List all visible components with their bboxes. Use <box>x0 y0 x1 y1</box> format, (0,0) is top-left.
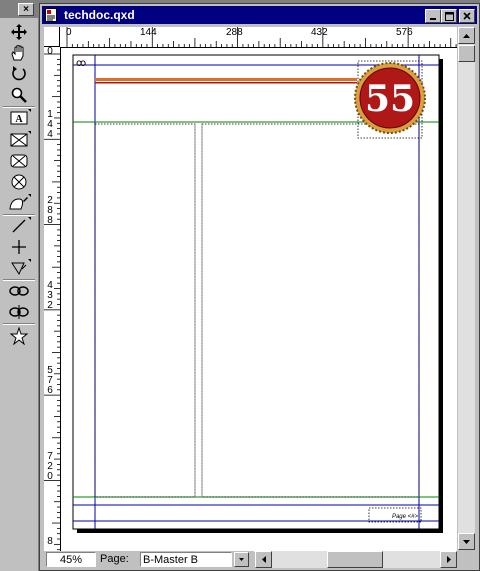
maximize-button[interactable] <box>441 9 457 23</box>
footer-page-number: Page <#> <box>392 514 419 520</box>
line-tool-icon[interactable] <box>6 216 32 236</box>
vertical-ruler[interactable]: 0 1 4 4 2 8 8 4 3 2 5 7 6 7 2 0 8 <box>44 47 61 551</box>
page-selector[interactable]: B-Master B <box>140 552 232 567</box>
ruler-origin[interactable] <box>44 27 60 47</box>
header-rule-red <box>95 82 357 84</box>
document-window: techdoc.qxd 0 144 288 432 576 0 1 4 4 2 … <box>39 3 480 571</box>
rotation-tool-icon[interactable] <box>6 64 32 84</box>
svg-text:A: A <box>15 114 23 125</box>
vertical-scroll-thumb[interactable] <box>458 45 475 62</box>
document-icon <box>45 8 57 22</box>
unlinking-tool-icon[interactable] <box>6 302 32 322</box>
zoom-field[interactable]: 45% <box>46 552 96 567</box>
ruler-label: 7 2 0 <box>47 451 53 482</box>
header-rule-orange <box>95 78 357 81</box>
rounded-rectangle-picture-box-tool-icon[interactable] <box>6 151 32 171</box>
scroll-down-button[interactable] <box>458 533 475 550</box>
ruler-label: 8 <box>47 536 53 547</box>
ruler-label: 576 <box>396 27 413 38</box>
ruler-label: 432 <box>311 27 328 38</box>
ruler-label: 0 <box>66 27 72 38</box>
document-canvas[interactable]: 55 Page <#> ꝏ <box>61 48 457 552</box>
bezier-picture-box-tool-icon[interactable] <box>6 193 32 213</box>
ruler-label: 2 8 8 <box>47 195 53 226</box>
vertical-scrollbar[interactable] <box>458 27 475 550</box>
horizontal-scroll-thumb[interactable] <box>327 551 383 568</box>
ruler-label: 144 <box>140 27 157 38</box>
rectangle-picture-box-tool-icon[interactable] <box>6 130 32 150</box>
minimize-button[interactable] <box>425 9 441 23</box>
tool-palette: × A <box>0 0 38 571</box>
close-button[interactable] <box>459 9 475 23</box>
ruler-label: 5 7 6 <box>47 365 53 396</box>
bezier-line-tool-icon[interactable] <box>6 258 32 278</box>
window-titlebar[interactable]: techdoc.qxd <box>42 6 477 24</box>
size-grip[interactable] <box>458 551 475 568</box>
zoom-tool-icon[interactable] <box>6 85 32 105</box>
scroll-left-button[interactable] <box>255 551 272 568</box>
scroll-up-button[interactable] <box>458 27 475 44</box>
status-bar: 45% Page: B-Master B <box>44 551 254 568</box>
page-selector-arrow-icon[interactable] <box>234 552 249 567</box>
text-box-tool-icon[interactable]: A <box>6 108 32 128</box>
ruler-label: 1 4 4 <box>47 109 53 140</box>
horizontal-ruler[interactable]: 0 144 288 432 576 <box>60 27 457 48</box>
star-tool-icon[interactable] <box>6 326 32 346</box>
window-title: techdoc.qxd <box>64 8 135 22</box>
ruler-label: 0 <box>47 47 53 57</box>
horizontal-scrollbar[interactable] <box>255 551 457 568</box>
palette-titlebar: × <box>0 0 38 18</box>
content-tool-icon[interactable] <box>6 43 32 63</box>
master-page-link-icon: ꝏ <box>76 58 86 69</box>
badge-number: 55 <box>365 78 415 120</box>
page-label: Page: <box>100 553 129 565</box>
oval-picture-box-tool-icon[interactable] <box>6 172 32 192</box>
orthogonal-line-tool-icon[interactable] <box>6 237 32 257</box>
item-tool-icon[interactable] <box>6 22 32 42</box>
scroll-right-button[interactable] <box>440 551 457 568</box>
palette-close-button[interactable]: × <box>18 3 34 16</box>
ruler-label: 4 3 2 <box>47 280 53 311</box>
ruler-label: 288 <box>226 27 243 38</box>
linking-tool-icon[interactable] <box>6 281 32 301</box>
